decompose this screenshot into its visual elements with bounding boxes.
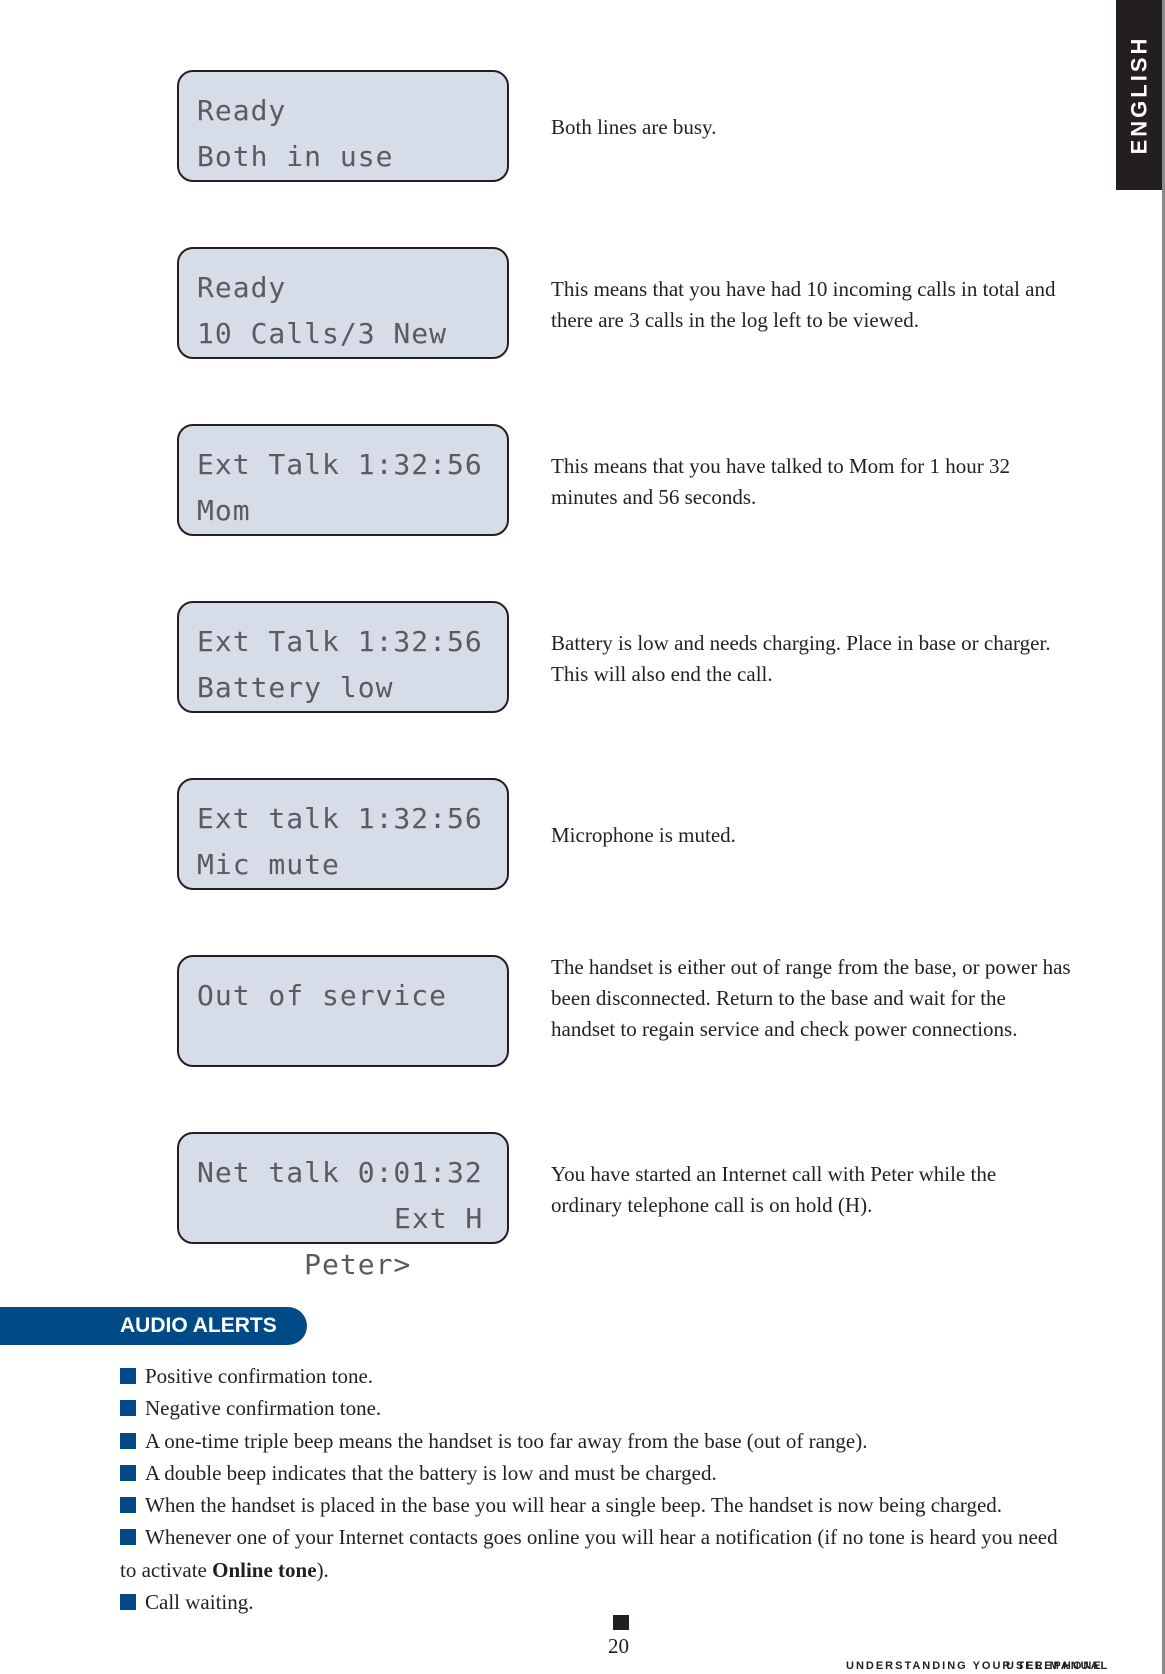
lcd-display: Out of service xyxy=(177,955,509,1067)
display-description: Microphone is muted. xyxy=(551,823,736,847)
lcd-display: Ext talk 1:32:56 Mic mute xyxy=(177,778,509,890)
lcd-line-2: Mom xyxy=(197,494,251,527)
lcd-line-2: Battery low xyxy=(197,671,394,704)
lcd-line-1: Ext Talk 1:32:56 xyxy=(197,625,483,658)
lcd-line-2: Both in use xyxy=(197,140,394,173)
lcd-line-2-right: Ext H xyxy=(394,1202,484,1235)
list-item-text: A one-time triple beep means the handset… xyxy=(145,1428,868,1453)
section-heading: AUDIO ALERTS xyxy=(120,1314,277,1337)
footer-text-overlap: USER MANUAL xyxy=(1006,1660,1110,1672)
display-row: Ext Talk 1:32:56 Battery low Battery is … xyxy=(177,601,1077,717)
display-row: Net talk 0:01:32 Peter> Ext H You have s… xyxy=(177,1132,1077,1281)
list-item-text-end: ). xyxy=(316,1557,329,1582)
audio-alerts-list: Positive confirmation tone. Negative con… xyxy=(120,1360,1070,1618)
lcd-line-1: Ready xyxy=(197,271,287,304)
bullet-square-icon xyxy=(120,1432,136,1449)
lcd-line-2: Mic mute xyxy=(197,848,340,881)
display-description: You have started an Internet call with P… xyxy=(551,1162,997,1217)
lcd-display: Ext Talk 1:32:56 Mom xyxy=(177,424,509,536)
list-item: A double beep indicates that the battery… xyxy=(120,1457,1070,1489)
running-footer: UNDERSTANDING YOUR TELEPHONE USER MANUAL xyxy=(846,1660,1107,1672)
bullet-square-icon xyxy=(120,1400,136,1417)
language-tab: ENGLISH xyxy=(1116,0,1162,190)
setting-name: Online tone xyxy=(212,1557,317,1582)
list-item: Whenever one of your Internet contacts g… xyxy=(120,1521,1070,1586)
lcd-line-2: Peter> Ext H xyxy=(197,1196,507,1281)
page-number: 20 xyxy=(608,1634,629,1658)
lcd-display: Ready Both in use xyxy=(177,70,509,182)
lcd-line-1: Net talk 0:01:32 xyxy=(197,1156,483,1189)
lcd-line-1: Ext talk 1:32:56 xyxy=(197,802,483,835)
lcd-line-1: Out of service xyxy=(197,979,448,1012)
list-item-text: When the handset is placed in the base y… xyxy=(145,1493,1003,1518)
lcd-line-1: Ready xyxy=(197,94,287,127)
display-description: Both lines are busy. xyxy=(551,115,717,139)
list-item: When the handset is placed in the base y… xyxy=(120,1489,1070,1521)
display-row: Ready Both in use Both lines are busy. xyxy=(177,70,1077,186)
section-heading-banner: AUDIO ALERTS xyxy=(0,1307,307,1345)
bullet-square-icon xyxy=(120,1594,136,1611)
list-item-text: Call waiting. xyxy=(145,1590,254,1615)
display-row: Ready 10 Calls/3 New This means that you… xyxy=(177,247,1077,363)
lcd-display: Ext Talk 1:32:56 Battery low xyxy=(177,601,509,713)
bullet-square-icon xyxy=(120,1497,136,1514)
lcd-line-2-left: Peter> xyxy=(304,1248,412,1281)
list-item-text: Negative confirmation tone. xyxy=(145,1396,382,1421)
lcd-line-2 xyxy=(197,1019,507,1065)
list-item: Call waiting. xyxy=(120,1586,1070,1618)
display-row: Ext talk 1:32:56 Mic mute Microphone is … xyxy=(177,778,1077,894)
list-item: A one-time triple beep means the handset… xyxy=(120,1425,1070,1457)
list-item-text: Positive confirmation tone. xyxy=(145,1364,374,1388)
display-description: This means that you have talked to Mom f… xyxy=(551,454,1010,509)
display-description: This means that you have had 10 incoming… xyxy=(551,277,1056,332)
list-item: Negative confirmation tone. xyxy=(120,1392,1070,1424)
lcd-display: Net talk 0:01:32 Peter> Ext H xyxy=(177,1132,509,1281)
display-description: Battery is low and needs charging. Place… xyxy=(551,631,1051,686)
list-item-text: A double beep indicates that the battery… xyxy=(145,1460,717,1485)
bullet-square-icon xyxy=(120,1529,136,1546)
page-marker-icon xyxy=(613,1615,629,1630)
display-description: The handset is either out of range from … xyxy=(551,955,1071,1041)
display-row: Ext Talk 1:32:56 Mom This means that you… xyxy=(177,424,1077,540)
list-item: Positive confirmation tone. xyxy=(120,1360,1070,1392)
display-row: Out of service The handset is either out… xyxy=(177,955,1077,1071)
lcd-line-1: Ext Talk 1:32:56 xyxy=(197,448,483,481)
bullet-square-icon xyxy=(120,1368,136,1384)
language-tab-label: ENGLISH xyxy=(1126,35,1152,155)
lcd-display: Ready 10 Calls/3 New xyxy=(177,247,509,359)
lcd-line-2: 10 Calls/3 New xyxy=(197,317,448,350)
bullet-square-icon xyxy=(120,1464,136,1481)
